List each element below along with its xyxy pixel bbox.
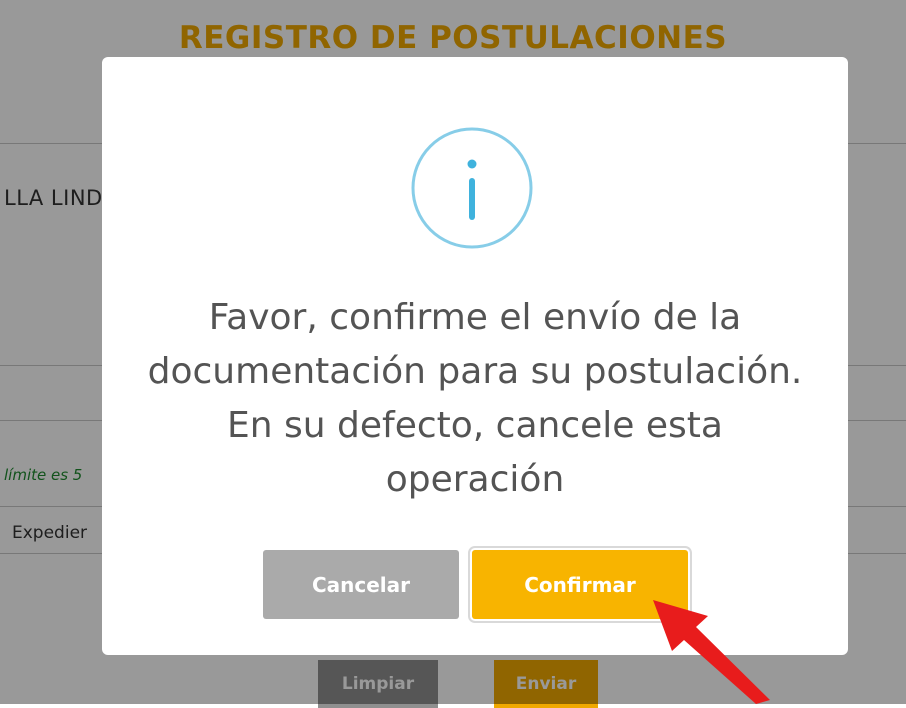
confirm-button[interactable]: Confirmar <box>472 550 688 619</box>
cancel-button[interactable]: Cancelar <box>263 550 459 619</box>
info-icon <box>411 127 533 249</box>
confirmation-dialog: Favor, confirme el envío de la documenta… <box>102 57 848 655</box>
dialog-message: Favor, confirme el envío de la documenta… <box>147 297 803 500</box>
